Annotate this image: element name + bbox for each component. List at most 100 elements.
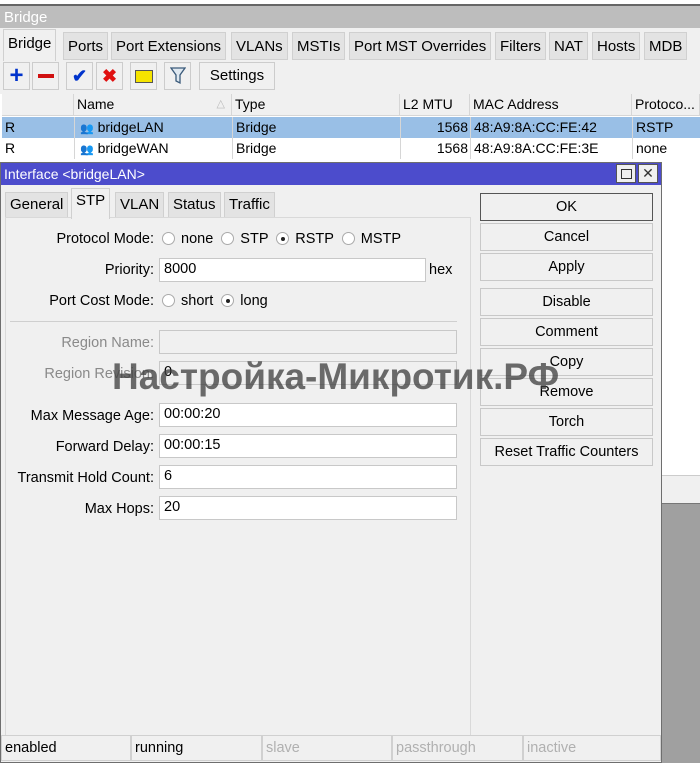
- bridge-tabs: Bridge Ports Port Extensions VLANs MSTIs…: [0, 28, 700, 61]
- status-slave: slave: [262, 735, 392, 761]
- table-row[interactable]: R 👥 bridgeWAN Bridge 1568 48:A9:8A:CC:FE…: [2, 138, 700, 159]
- tab-vlan[interactable]: VLAN: [115, 192, 165, 218]
- max-hops-label: Max Hops:: [84, 501, 154, 517]
- column-header-type[interactable]: Type: [232, 94, 400, 116]
- note-icon: [134, 69, 153, 83]
- status-inactive: inactive: [523, 735, 661, 761]
- comment-button[interactable]: Comment: [480, 318, 653, 346]
- window-title: Bridge: [0, 4, 700, 28]
- reset-traffic-counters-button[interactable]: Reset Traffic Counters: [480, 438, 653, 466]
- tab-mstis[interactable]: MSTIs: [292, 32, 346, 60]
- remove-button[interactable]: [32, 62, 59, 90]
- tab-port-mst-overrides[interactable]: Port MST Overrides: [349, 32, 492, 60]
- region-name-label: Region Name:: [61, 335, 154, 351]
- tab-vlans[interactable]: VLANs: [231, 32, 288, 60]
- tab-status[interactable]: Status: [168, 192, 221, 218]
- divider: [10, 321, 457, 322]
- apply-button[interactable]: Apply: [480, 253, 653, 281]
- cancel-button[interactable]: Cancel: [480, 223, 653, 251]
- protocol-mode-radio-group: none STP RSTP MSTP: [158, 231, 401, 247]
- check-icon: ✔: [71, 65, 88, 86]
- radio-label: STP: [240, 231, 269, 247]
- row-protocol: none: [632, 138, 700, 159]
- add-icon: +: [9, 62, 24, 89]
- bridge-icon: 👥: [80, 144, 94, 156]
- enable-button[interactable]: ✔: [66, 62, 93, 90]
- column-header-l2mtu[interactable]: L2 MTU: [400, 94, 470, 116]
- table-row[interactable]: R 👥 bridgeLAN Bridge 1568 48:A9:8A:CC:FE…: [2, 117, 700, 138]
- toolbar: + ✔ ✖ Settings: [0, 61, 700, 94]
- radio-rstp[interactable]: [276, 232, 290, 245]
- row-name-text: bridgeWAN: [97, 140, 169, 156]
- tab-general[interactable]: General: [5, 192, 69, 218]
- tab-ports[interactable]: Ports: [63, 32, 109, 60]
- protocol-mode-label: Protocol Mode:: [56, 231, 154, 247]
- transmit-hold-count-input[interactable]: 6: [159, 465, 457, 489]
- max-message-age-input[interactable]: 00:00:20: [159, 403, 457, 427]
- radio-stp[interactable]: [221, 232, 235, 245]
- tab-filters[interactable]: Filters: [495, 32, 546, 60]
- row-mac: 48:A9:8A:CC:FE:3E: [470, 138, 632, 159]
- row-type: Bridge: [232, 138, 400, 159]
- status-enabled: enabled: [1, 735, 131, 761]
- tab-traffic[interactable]: Traffic: [224, 192, 275, 218]
- radio-label: long: [240, 293, 268, 309]
- radio-short[interactable]: [162, 294, 175, 307]
- region-revision-label: Region Revision:: [44, 366, 154, 382]
- ok-button[interactable]: OK: [480, 193, 653, 221]
- port-cost-mode-radio-group: short long: [158, 293, 268, 309]
- forward-delay-input[interactable]: 00:00:15: [159, 434, 457, 458]
- bridge-status-strip: [662, 475, 700, 503]
- row-l2mtu: 1568: [400, 117, 470, 138]
- close-button[interactable]: ✕: [638, 164, 658, 183]
- add-button[interactable]: +: [3, 62, 30, 90]
- torch-button[interactable]: Torch: [480, 408, 653, 436]
- radio-label: MSTP: [360, 231, 402, 247]
- column-header-name[interactable]: Name △: [74, 94, 232, 116]
- column-header-mac[interactable]: MAC Address: [470, 94, 632, 116]
- desktop-background: [662, 503, 700, 763]
- disable-button[interactable]: Disable: [480, 288, 653, 316]
- row-protocol: RSTP: [632, 117, 700, 138]
- priority-input[interactable]: 8000: [159, 258, 426, 282]
- maximize-button[interactable]: [616, 164, 636, 183]
- disable-button[interactable]: ✖: [96, 62, 123, 90]
- close-icon: ✕: [642, 165, 654, 181]
- max-hops-input[interactable]: 20: [159, 496, 457, 520]
- copy-button[interactable]: Copy: [480, 348, 653, 376]
- remove-button[interactable]: Remove: [480, 378, 653, 406]
- row-flag: R: [5, 140, 16, 156]
- forward-delay-label: Forward Delay:: [55, 439, 154, 455]
- region-name-input[interactable]: [159, 330, 457, 354]
- maximize-icon: [620, 168, 632, 179]
- comment-button[interactable]: [130, 62, 157, 90]
- transmit-hold-count-label: Transmit Hold Count:: [17, 470, 154, 486]
- filter-icon: [169, 67, 186, 85]
- region-revision-input[interactable]: 0: [159, 361, 457, 385]
- filter-button[interactable]: [164, 62, 191, 90]
- remove-icon: [37, 74, 54, 78]
- radio-label: RSTP: [295, 231, 334, 247]
- row-name: 👥 bridgeLAN: [74, 117, 232, 138]
- radio-mstp[interactable]: [341, 232, 355, 245]
- table-header: Name △ Type L2 MTU MAC Address Protoco...: [2, 94, 700, 116]
- column-header-flags[interactable]: [2, 94, 74, 116]
- settings-button[interactable]: Settings: [199, 62, 275, 90]
- radio-none[interactable]: [162, 232, 175, 245]
- tab-hosts[interactable]: Hosts: [592, 32, 641, 60]
- cross-icon: ✖: [101, 65, 118, 86]
- max-message-age-label: Max Message Age:: [30, 408, 154, 424]
- radio-long[interactable]: [221, 294, 235, 307]
- tab-stp[interactable]: STP: [71, 188, 111, 219]
- tab-nat[interactable]: NAT: [549, 32, 588, 60]
- port-cost-mode-label: Port Cost Mode:: [49, 293, 154, 309]
- tab-mdb[interactable]: MDB: [644, 32, 688, 60]
- column-header-protocol[interactable]: Protoco...: [632, 94, 700, 116]
- radio-label: short: [181, 293, 214, 309]
- dialog-title-bar: Interface <bridgeLAN> ✕: [1, 163, 661, 185]
- row-type: Bridge: [232, 117, 400, 138]
- radio-label: none: [181, 231, 214, 247]
- tab-port-extensions[interactable]: Port Extensions: [111, 32, 227, 60]
- dialog-title: Interface <bridgeLAN>: [4, 166, 145, 182]
- tab-bridge[interactable]: Bridge: [3, 29, 57, 61]
